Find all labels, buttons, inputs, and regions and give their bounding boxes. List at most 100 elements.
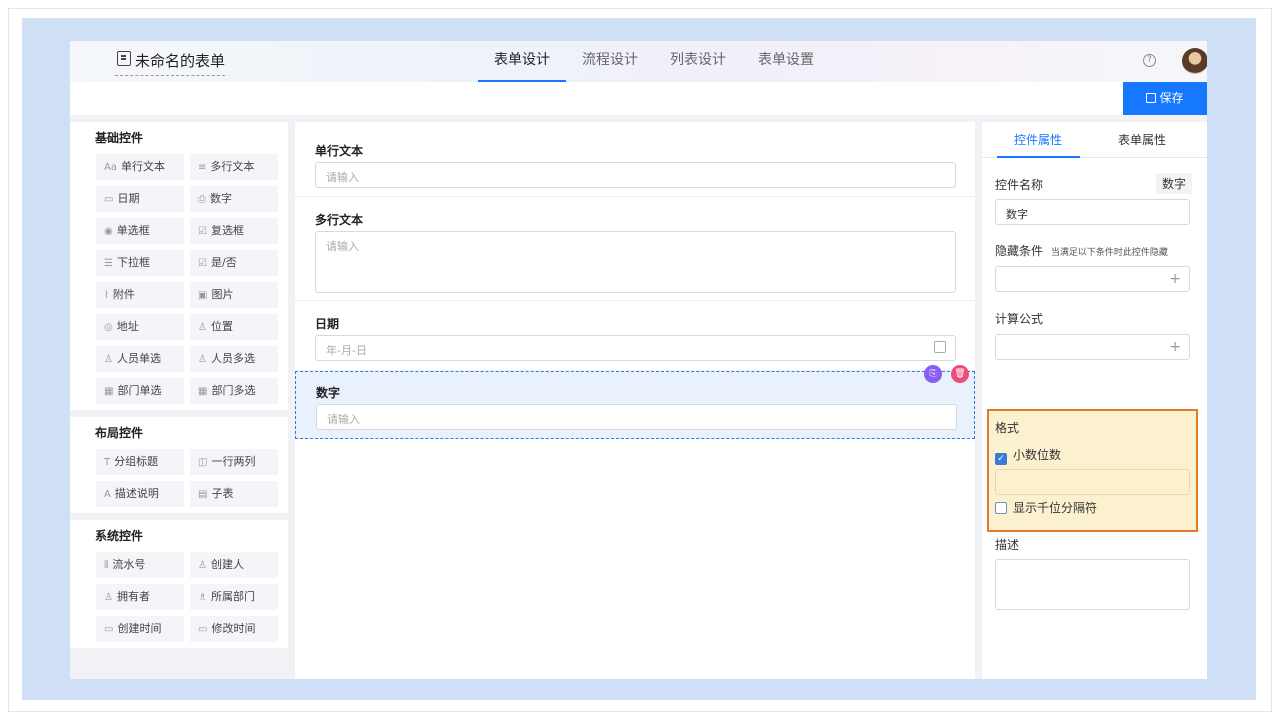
copy-icon[interactable]: ⎘ xyxy=(924,365,942,383)
tab-flow-design[interactable]: 流程设计 xyxy=(566,41,654,82)
control-name-input[interactable]: 数字 xyxy=(995,199,1190,225)
help-icon[interactable]: ? xyxy=(1143,54,1156,67)
thousands-checkbox[interactable] xyxy=(995,502,1007,514)
palette-item[interactable]: ◎ 地址 xyxy=(96,314,184,340)
field-date[interactable]: 日期 年-月-日 xyxy=(295,301,975,371)
palette-item[interactable]: A 描述说明 xyxy=(96,481,184,507)
decimal-label: 小数位数 xyxy=(1013,448,1062,462)
group-title: 布局控件 xyxy=(95,426,144,440)
palette-item-label: 复选框 xyxy=(210,224,244,237)
formula-input[interactable]: + xyxy=(995,334,1190,360)
field-input[interactable]: 请输入 xyxy=(316,404,957,430)
palette-item[interactable]: ⌇ 附件 xyxy=(96,282,184,308)
palette-item[interactable]: T 分组标题 xyxy=(96,449,184,475)
tab-form-design[interactable]: 表单设计 xyxy=(478,41,566,82)
field-textarea[interactable]: 请输入 xyxy=(315,231,956,293)
tab-control-props[interactable]: 控件属性 xyxy=(1014,131,1062,148)
field-label: 单行文本 xyxy=(315,144,364,158)
palette-item[interactable]: ≡ 多行文本 xyxy=(190,154,278,180)
active-tab-indicator xyxy=(997,156,1080,158)
palette-item[interactable]: ♗ 所属部门 xyxy=(190,584,278,610)
palette-item[interactable]: ☑ 是/否 xyxy=(190,250,278,276)
palette-item-label: 单选框 xyxy=(116,224,150,237)
control-type-tag: 数字 xyxy=(1155,173,1192,194)
control-name-label: 控件名称 xyxy=(995,178,1044,192)
palette-item-label: 图片 xyxy=(211,288,234,301)
palette-item[interactable]: ⎙ 数字 xyxy=(190,186,278,212)
palette-item[interactable]: ▭ 修改时间 xyxy=(190,616,278,642)
palette-item[interactable]: ◫ 一行两列 xyxy=(190,449,278,475)
palette-item-label: 拥有者 xyxy=(116,590,150,603)
field-number-selected[interactable]: 数字 请输入 ⎘ 🗑 xyxy=(295,365,975,439)
top-bar: ← 未命名的表单 表单设计 流程设计 列表设计 表单设置 ? xyxy=(70,41,1207,82)
palette-item-label: 描述说明 xyxy=(114,487,159,500)
tab-form-settings[interactable]: 表单设置 xyxy=(742,41,830,82)
palette-item[interactable]: ♙ 拥有者 xyxy=(96,584,184,610)
palette-item-icon: ▤ xyxy=(198,489,208,500)
date-placeholder: 年-月-日 xyxy=(326,344,367,357)
palette-item[interactable]: ▭ 创建时间 xyxy=(96,616,184,642)
field-single-text[interactable]: 单行文本 请输入 xyxy=(295,122,975,197)
formula-label: 计算公式 xyxy=(995,312,1044,326)
toolbar: 保存 xyxy=(70,82,1207,115)
field-multi-text[interactable]: 多行文本 请输入 xyxy=(295,197,975,301)
palette-item-icon: ☰ xyxy=(104,258,113,269)
format-label: 格式 xyxy=(995,421,1020,435)
decimal-checkbox[interactable]: ✓ xyxy=(995,453,1007,465)
designer-tabs: 表单设计 流程设计 列表设计 表单设置 xyxy=(478,41,830,82)
field-date-input[interactable]: 年-月-日 xyxy=(315,335,956,361)
description-input[interactable] xyxy=(995,559,1190,610)
hide-condition-input[interactable]: + xyxy=(995,266,1190,292)
hide-condition-title: 隐藏条件 xyxy=(995,244,1044,258)
palette-item[interactable]: ♙ 人员多选 xyxy=(190,346,278,372)
palette-item-label: 创建人 xyxy=(210,558,244,571)
palette-item[interactable]: ⦀ 流水号 xyxy=(96,552,184,578)
palette-item-icon: ⎙ xyxy=(198,194,206,205)
palette-item-label: 部门单选 xyxy=(117,384,162,397)
palette-item-label: 数字 xyxy=(210,192,232,205)
palette-item[interactable]: ☑ 复选框 xyxy=(190,218,278,244)
tab-form-props[interactable]: 表单属性 xyxy=(1118,131,1166,148)
trash-icon[interactable]: 🗑 xyxy=(951,365,969,383)
property-tabs: 控件属性 表单属性 xyxy=(982,122,1207,158)
palette-item-label: 部门多选 xyxy=(211,384,256,397)
palette-item[interactable]: ◉ 单选框 xyxy=(96,218,184,244)
palette-item[interactable]: ▤ 子表 xyxy=(190,481,278,507)
tab-list-design[interactable]: 列表设计 xyxy=(654,41,742,82)
palette-item[interactable]: ♙ 创建人 xyxy=(190,552,278,578)
palette-item-label: 地址 xyxy=(116,320,139,333)
palette-item[interactable]: ▣ 图片 xyxy=(190,282,278,308)
palette-item-icon: ♗ xyxy=(198,592,207,603)
palette-item[interactable]: ♙ 人员单选 xyxy=(96,346,184,372)
palette-item-label: 流水号 xyxy=(112,558,146,571)
palette-item[interactable]: ☰ 下拉框 xyxy=(96,250,184,276)
field-label: 数字 xyxy=(316,386,341,400)
palette-item[interactable]: ▦ 部门单选 xyxy=(96,378,184,404)
palette-item-label: 位置 xyxy=(210,320,233,333)
decimal-places-input[interactable] xyxy=(995,469,1190,495)
palette-item[interactable]: ▦ 部门多选 xyxy=(190,378,278,404)
palette-item[interactable]: ▭ 日期 xyxy=(96,186,184,212)
field-input[interactable]: 请输入 xyxy=(315,162,956,188)
palette-group-basic: 基础控件 Aa 单行文本 ≡ 多行文本 ▭ 日期 ⎙ 数字 ◉ 单选框 ☑ 复选框 ☰ 下拉框 ☑ 是/否 ⌇ 附… xyxy=(70,122,288,410)
calendar-icon[interactable] xyxy=(934,341,946,353)
palette-group-layout: 布局控件 T 分组标题 ◫ 一行两列 A 描述说明 ▤ 子表 xyxy=(70,417,288,513)
palette-item-label: 附件 xyxy=(112,288,135,301)
form-canvas: 单行文本 请输入 多行文本 请输入 日期 年-月-日 数字 请输入 ⎘ 🗑 xyxy=(295,122,975,679)
palette-item-icon: ▭ xyxy=(104,624,114,635)
add-formula-icon[interactable]: + xyxy=(1169,339,1181,355)
palette-item-icon: ☑ xyxy=(198,258,207,269)
save-button[interactable]: 保存 xyxy=(1123,82,1207,115)
form-title[interactable]: 未命名的表单 xyxy=(115,50,226,76)
add-condition-icon[interactable]: + xyxy=(1169,271,1181,287)
palette-item[interactable]: ♙ 位置 xyxy=(190,314,278,340)
avatar[interactable] xyxy=(1182,48,1207,74)
palette-item-icon: ≡ xyxy=(198,162,207,173)
thousands-option[interactable]: 显示千位分隔符 xyxy=(995,499,1097,516)
decimal-option[interactable]: ✓ 小数位数 xyxy=(995,446,1061,465)
palette-group-system: 系统控件 ⦀ 流水号 ♙ 创建人 ♙ 拥有者 ♗ 所属部门 ▭ 创建时间 ▭ 修改时间 xyxy=(70,520,288,648)
palette-item[interactable]: Aa 单行文本 xyxy=(96,154,184,180)
palette-item-icon: ▦ xyxy=(104,386,114,397)
palette-item-icon: ▣ xyxy=(198,290,208,301)
save-icon xyxy=(1146,93,1157,103)
